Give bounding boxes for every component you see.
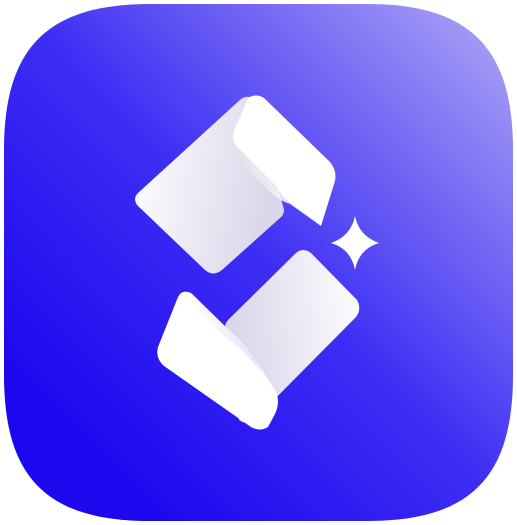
icon-background (4, 4, 513, 521)
app-icon[interactable] (0, 0, 517, 525)
app-icon-canvas (0, 0, 517, 525)
logo-icon (4, 4, 513, 521)
